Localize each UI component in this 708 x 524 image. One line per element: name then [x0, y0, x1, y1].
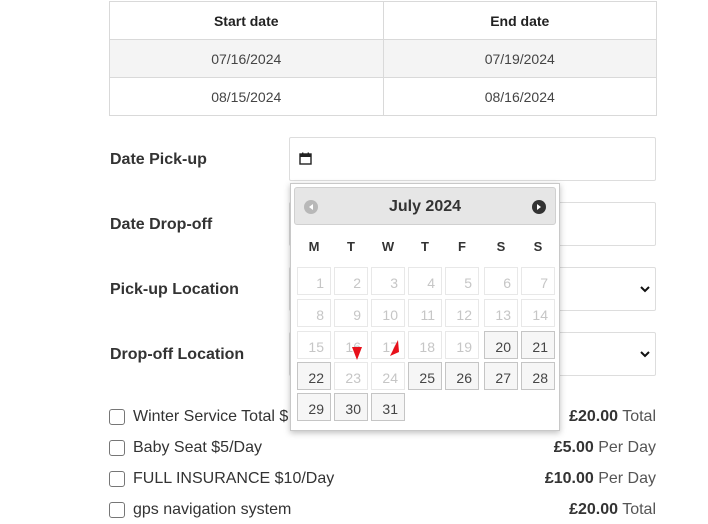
annotation-arrows [352, 340, 399, 360]
annotation-arrow [390, 340, 399, 356]
annotation-arrow [352, 347, 362, 360]
